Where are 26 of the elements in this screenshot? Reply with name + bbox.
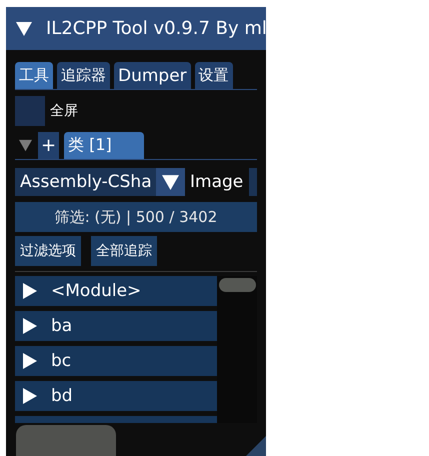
title-bar[interactable]: IL2CPP Tool v0.9.7 By ml [6,7,266,50]
checkbox-label: 全屏 [50,102,78,120]
checkbox[interactable] [15,96,45,126]
window-title: IL2CPP Tool v0.9.7 By ml [46,18,266,39]
class-list-item[interactable]: ba [15,311,217,341]
add-tab-button[interactable]: + [38,132,59,159]
tab[interactable]: 类 [1] [64,132,144,159]
scrollbar[interactable] [217,276,257,423]
tab[interactable]: Dumper [114,62,191,89]
action-button[interactable]: 过滤选项 [15,236,81,266]
collapse-icon[interactable] [19,139,32,152]
dropdown-label: Image [190,172,244,192]
dropdown-arrow-icon [162,174,180,190]
filter-status-bar: 筛选: (无) | 500 / 3402 [15,202,257,232]
class-list-item[interactable]: <Module> [15,276,217,306]
class-list-item[interactable]: bd [15,381,217,411]
tab[interactable]: 追踪器 [57,62,110,89]
tab[interactable]: 工具 [15,62,53,89]
assembly-dropdown[interactable]: Assembly-CSha [15,168,185,196]
collapse-icon[interactable] [16,22,32,36]
action-button[interactable]: 全部追踪 [91,236,157,266]
class-list-item[interactable]: bc [15,346,217,376]
input-field[interactable] [249,168,257,196]
resize-grip-icon[interactable] [246,436,266,456]
scroll-handle[interactable] [16,425,116,456]
tab[interactable]: 设置 [194,62,233,89]
